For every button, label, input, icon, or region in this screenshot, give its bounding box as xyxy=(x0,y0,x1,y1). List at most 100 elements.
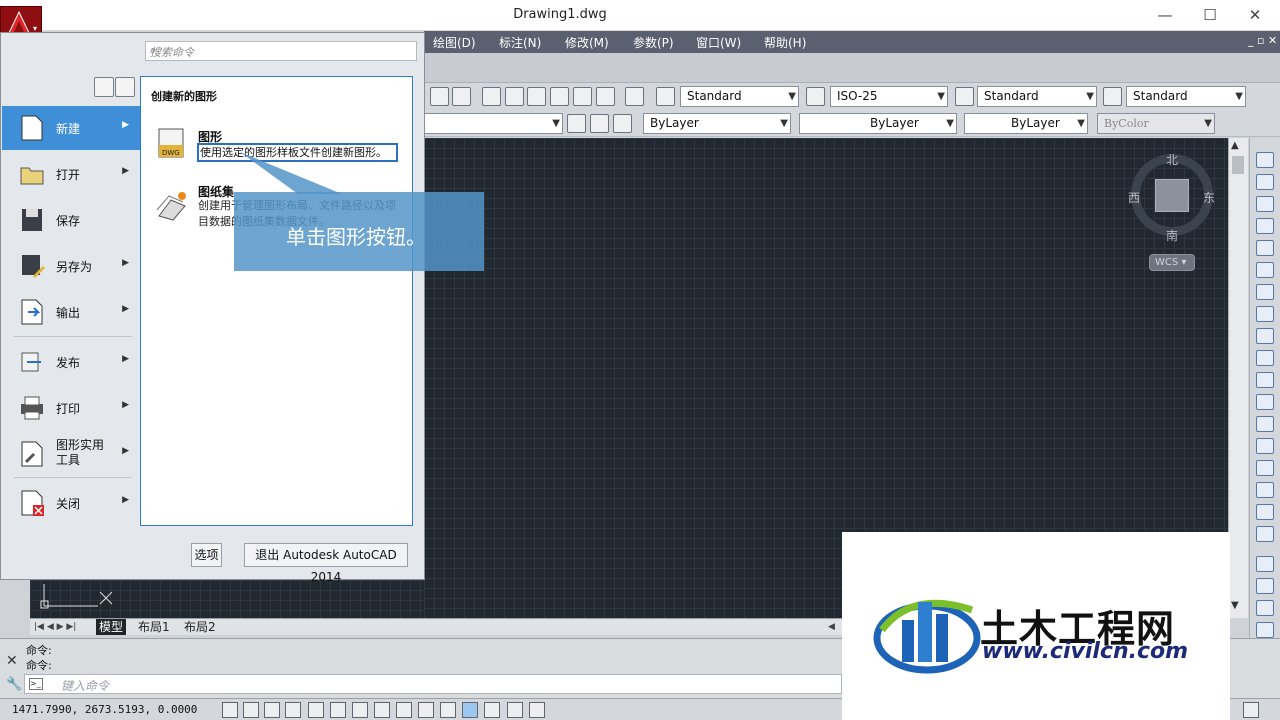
copy-icon[interactable] xyxy=(1256,174,1274,190)
search-commands-input[interactable]: 搜索命令 ⌕ xyxy=(145,41,417,61)
plot-style-select[interactable]: ByColor ▼ xyxy=(1097,113,1215,134)
offset-icon[interactable] xyxy=(1256,218,1274,234)
tab-nav-arrows[interactable]: |◀ ◀ ▶ ▶| xyxy=(34,619,76,635)
polar-tracking-icon[interactable] xyxy=(308,702,324,718)
multileader-style-icon[interactable] xyxy=(1103,87,1122,106)
snap-mode-icon[interactable] xyxy=(243,702,259,718)
close-button[interactable]: ✕ xyxy=(1232,2,1278,28)
annotation-monitor-icon[interactable] xyxy=(529,702,545,718)
trim-icon[interactable] xyxy=(1256,350,1274,366)
chamfer-icon[interactable] xyxy=(1256,460,1274,476)
tab-layout2[interactable]: 布局2 xyxy=(184,619,216,635)
vertical-scrollbar[interactable]: ▲ ▼ xyxy=(1228,138,1248,618)
close-command-icon[interactable]: ✕ xyxy=(6,653,18,669)
color-select[interactable]: ByLayer ▼ xyxy=(643,113,791,134)
options-button[interactable]: 选项 xyxy=(191,543,222,567)
selection-cycling-icon[interactable] xyxy=(507,702,523,718)
compass-east[interactable]: 东 xyxy=(1203,189,1215,206)
explode-icon[interactable] xyxy=(1256,526,1274,542)
object-snap-icon[interactable] xyxy=(330,702,346,718)
draworder-under-icon[interactable] xyxy=(1256,622,1274,638)
menu-item-print[interactable]: 打印 ▶ xyxy=(2,386,140,430)
join-icon[interactable] xyxy=(1256,438,1274,454)
recent-documents-icon[interactable] xyxy=(94,77,114,97)
menu-help[interactable]: 帮助(H) xyxy=(764,34,806,51)
calculator-icon[interactable] xyxy=(596,87,615,106)
markup-icon[interactable] xyxy=(573,87,592,106)
layer-select[interactable]: ▼ xyxy=(424,113,563,134)
menu-parametric[interactable]: 参数(P) xyxy=(633,34,674,51)
command-prompt-icon[interactable]: >_ xyxy=(29,678,43,690)
grid-display-icon[interactable] xyxy=(264,702,280,718)
mirror-icon[interactable] xyxy=(1256,196,1274,212)
tab-model[interactable]: 模型 xyxy=(96,619,126,635)
command-input[interactable]: >_ 键入命令 xyxy=(24,674,842,694)
menu-item-open[interactable]: 打开 ▶ xyxy=(2,152,140,196)
customize-wrench-icon[interactable]: 🔧 xyxy=(6,677,22,692)
tool-palettes-icon[interactable] xyxy=(527,87,546,106)
draworder-front-icon[interactable] xyxy=(1256,556,1274,572)
compass-west[interactable]: 西 xyxy=(1128,189,1140,206)
menu-item-publish[interactable]: 发布 ▶ xyxy=(2,340,140,384)
dynamic-ucs-icon[interactable] xyxy=(396,702,412,718)
multileader-style-select[interactable]: Standard ▼ xyxy=(1126,86,1246,107)
menu-draw[interactable]: 绘图(D) xyxy=(433,34,476,51)
extend-icon[interactable] xyxy=(1256,372,1274,388)
scroll-thumb[interactable] xyxy=(1232,156,1244,174)
exit-autocad-button[interactable]: 退出 Autodesk AutoCAD 2014 xyxy=(244,543,408,584)
move-icon[interactable] xyxy=(1256,262,1274,278)
break-at-point-icon[interactable] xyxy=(1256,394,1274,410)
menu-item-save-as[interactable]: 另存为 ▶ xyxy=(2,244,140,288)
text-style-icon[interactable] xyxy=(656,87,675,106)
linetype-select[interactable]: ByLayer ▼ xyxy=(799,113,957,134)
tab-layout1[interactable]: 布局1 xyxy=(138,619,170,635)
menu-item-drawing-utilities[interactable]: 图形实用 工具 ▶ xyxy=(2,432,140,476)
compass-north[interactable]: 北 xyxy=(1166,151,1178,168)
text-style-select[interactable]: Standard ▼ xyxy=(680,86,799,107)
sheet-set-icon[interactable] xyxy=(155,190,189,222)
rotate-icon[interactable] xyxy=(1256,284,1274,300)
menu-item-export[interactable]: 输出 ▶ xyxy=(2,290,140,334)
blend-icon[interactable] xyxy=(1256,504,1274,520)
scroll-down-icon[interactable]: ▼ xyxy=(1231,600,1239,611)
clean-screen-icon[interactable] xyxy=(1243,702,1259,718)
properties-icon[interactable] xyxy=(482,87,501,106)
dim-style-select[interactable]: ISO-25 ▼ xyxy=(830,86,948,107)
lineweight-select[interactable]: ByLayer ▼ xyxy=(964,113,1088,134)
layer-state-icon[interactable] xyxy=(613,114,632,133)
drawing-canvas-left[interactable] xyxy=(30,580,424,618)
maximize-button[interactable]: ☐ xyxy=(1187,2,1233,28)
dwg-file-icon[interactable]: DWG xyxy=(157,127,187,159)
hscroll-left-icon[interactable]: ◀ xyxy=(828,619,835,635)
draworder-back-icon[interactable] xyxy=(1256,578,1274,594)
table-style-select[interactable]: Standard ▼ xyxy=(977,86,1097,107)
layer-previous-icon[interactable] xyxy=(590,114,609,133)
fillet-icon[interactable] xyxy=(1256,482,1274,498)
design-center-icon[interactable] xyxy=(505,87,524,106)
menu-window[interactable]: 窗口(W) xyxy=(696,34,741,51)
array-icon[interactable] xyxy=(1256,240,1274,256)
menu-item-new[interactable]: 新建 ▶ xyxy=(2,106,140,150)
table-style-icon[interactable] xyxy=(955,87,974,106)
wcs-menu[interactable]: WCS ▾ xyxy=(1149,254,1195,271)
3d-object-snap-icon[interactable] xyxy=(352,702,368,718)
minimize-button[interactable]: — xyxy=(1142,2,1188,28)
sheet-set-icon[interactable] xyxy=(550,87,569,106)
compass-south[interactable]: 南 xyxy=(1166,227,1178,244)
zoom-window-icon[interactable] xyxy=(430,87,449,106)
make-current-icon[interactable] xyxy=(567,114,586,133)
quick-properties-icon[interactable] xyxy=(484,702,500,718)
scroll-up-icon[interactable]: ▲ xyxy=(1231,140,1239,151)
help-icon[interactable] xyxy=(625,87,644,106)
lineweight-icon[interactable] xyxy=(440,702,456,718)
open-documents-icon[interactable] xyxy=(115,77,135,97)
transparency-icon[interactable] xyxy=(462,702,478,718)
stretch-icon[interactable] xyxy=(1256,328,1274,344)
doc-window-controls[interactable]: _ ▫ ✕ xyxy=(1248,34,1277,47)
draworder-above-icon[interactable] xyxy=(1256,600,1274,616)
infer-constraints-icon[interactable] xyxy=(222,702,238,718)
ortho-mode-icon[interactable] xyxy=(285,702,301,718)
menu-dimension[interactable]: 标注(N) xyxy=(499,34,541,51)
dim-style-icon[interactable] xyxy=(806,87,825,106)
menu-item-save[interactable]: 保存 xyxy=(2,198,140,242)
